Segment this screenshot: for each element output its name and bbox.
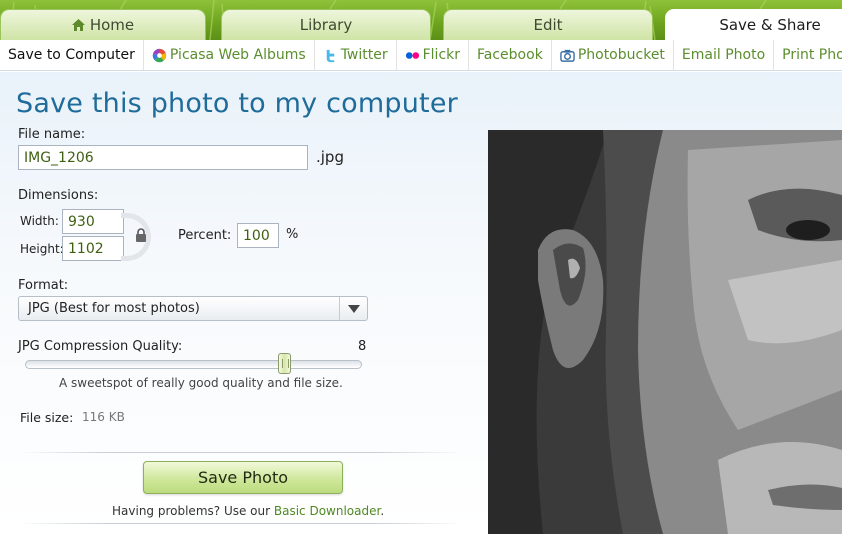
subnav-label: Flickr xyxy=(422,47,461,63)
quality-label: JPG Compression Quality: xyxy=(18,339,183,354)
format-select[interactable]: JPG (Best for most photos) xyxy=(18,296,368,321)
subnav-email-photo[interactable]: Email Photo xyxy=(674,40,775,70)
subnav-print-photo[interactable]: Print Pho xyxy=(774,40,842,70)
subnav-save-to-computer[interactable]: Save to Computer xyxy=(0,40,144,70)
width-input[interactable] xyxy=(62,209,124,234)
divider xyxy=(18,452,463,453)
top-tab-bar: Home Library Edit Save & Share xyxy=(0,0,842,40)
tab-save-share[interactable]: Save & Share xyxy=(665,9,842,40)
quality-hint: A sweetspot of really good quality and f… xyxy=(59,376,343,390)
percent-input[interactable] xyxy=(237,223,279,248)
page-title: Save this photo to my computer xyxy=(16,88,458,119)
file-name-label: File name: xyxy=(18,127,86,142)
height-input[interactable] xyxy=(62,236,124,261)
problems-text: Having problems? Use our Basic Downloade… xyxy=(112,504,384,518)
dimensions-label: Dimensions: xyxy=(18,188,99,203)
format-selected-value: JPG (Best for most photos) xyxy=(28,301,200,316)
quality-slider-track[interactable] xyxy=(25,360,362,369)
subnav-label: Email Photo xyxy=(681,47,766,63)
picasa-icon xyxy=(152,48,167,62)
quality-slider-thumb[interactable] xyxy=(277,353,291,374)
tab-home[interactable]: Home xyxy=(0,9,206,40)
format-label: Format: xyxy=(18,278,69,293)
subnav-label: Twitter xyxy=(340,47,388,63)
problems-prefix: Having problems? Use our xyxy=(112,504,274,518)
photobucket-icon xyxy=(560,49,575,62)
percent-label: Percent: xyxy=(178,228,232,243)
tab-home-label: Home xyxy=(89,16,135,34)
file-size-value: 116 KB xyxy=(82,410,125,424)
tab-library-label: Library xyxy=(299,16,353,34)
tab-library[interactable]: Library xyxy=(221,9,431,40)
chevron-down-icon xyxy=(348,305,360,313)
quality-value: 8 xyxy=(358,339,367,354)
file-extension: .jpg xyxy=(316,148,344,166)
sub-nav: Save to Computer Picasa Web Albums Twitt… xyxy=(0,40,842,71)
height-label: Height: xyxy=(20,242,64,256)
save-photo-button[interactable]: Save Photo xyxy=(143,461,343,494)
divider xyxy=(18,523,463,524)
subnav-picasa[interactable]: Picasa Web Albums xyxy=(144,40,315,70)
format-dropdown-button[interactable] xyxy=(339,297,367,320)
subnav-photobucket[interactable]: Photobucket xyxy=(552,40,674,70)
photo-preview xyxy=(488,130,842,534)
flickr-icon xyxy=(405,51,419,59)
posterized-portrait-image xyxy=(488,130,842,534)
tab-edit[interactable]: Edit xyxy=(443,9,653,40)
subnav-flickr[interactable]: Flickr xyxy=(397,40,470,70)
subnav-label: Picasa Web Albums xyxy=(169,47,306,63)
subnav-label: Photobucket xyxy=(577,47,665,63)
file-name-input[interactable] xyxy=(18,145,308,170)
twitter-icon xyxy=(326,49,334,62)
tab-edit-label: Edit xyxy=(533,16,563,34)
subnav-label: Print Pho xyxy=(782,47,842,63)
width-label: Width: xyxy=(20,214,59,228)
subnav-twitter[interactable]: Twitter xyxy=(315,40,397,70)
save-panel: Save this photo to my computer File name… xyxy=(0,72,842,534)
basic-downloader-link[interactable]: Basic Downloader xyxy=(274,504,380,518)
home-icon xyxy=(71,19,85,31)
problems-suffix: . xyxy=(380,504,385,518)
subnav-label: Save to Computer xyxy=(8,47,135,63)
percent-unit: % xyxy=(286,227,299,242)
file-size-label: File size: xyxy=(20,410,74,425)
lock-icon[interactable] xyxy=(135,228,147,242)
tab-save-share-label: Save & Share xyxy=(719,16,821,34)
subnav-facebook[interactable]: Facebook xyxy=(469,40,552,70)
subnav-label: Facebook xyxy=(477,47,543,63)
